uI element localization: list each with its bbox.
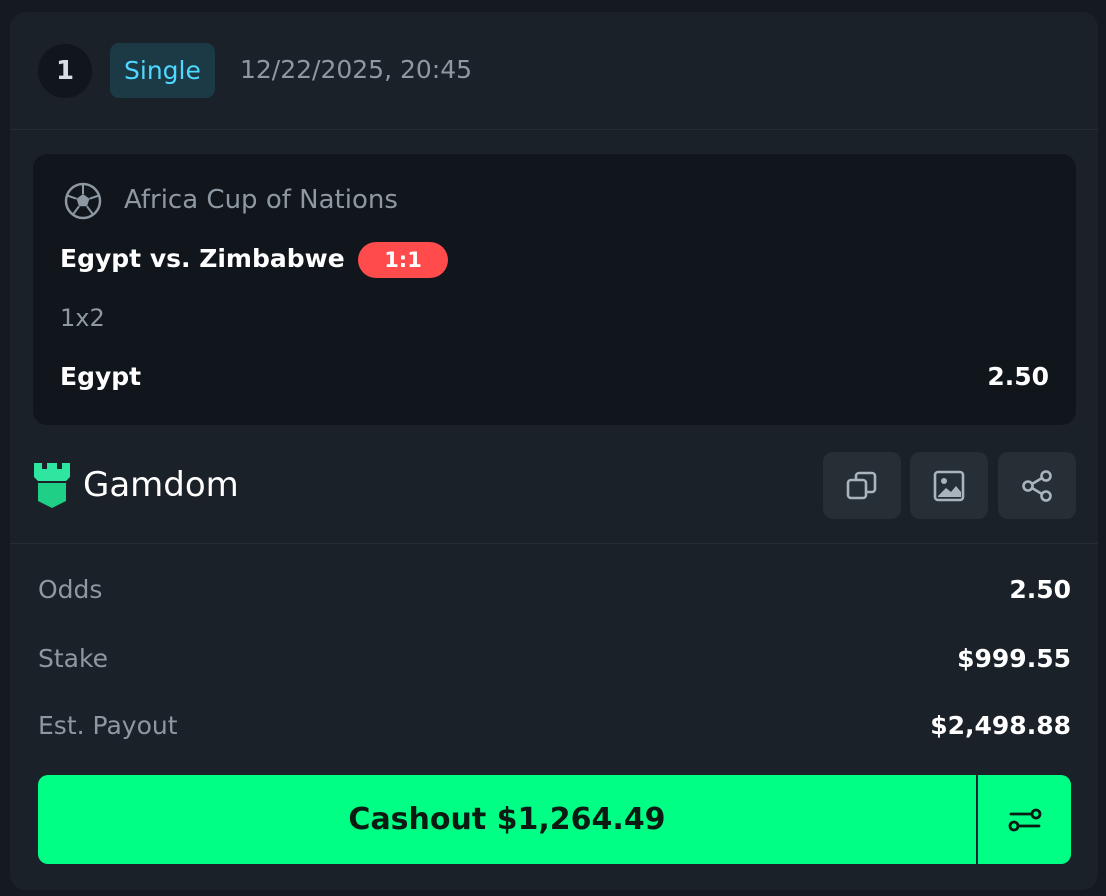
live-score-badge: 1:1 [358, 242, 448, 278]
cashout-button[interactable]: Cashout $1,264.49 [38, 775, 976, 864]
market-name: 1x2 [60, 304, 105, 332]
image-button[interactable] [910, 452, 988, 519]
cashout-settings-button[interactable] [977, 775, 1071, 864]
payout-value: $2,498.88 [930, 711, 1071, 740]
soccer-ball-icon [64, 182, 102, 220]
bet-slip-card: 1 Single 12/22/2025, 20:45 Africa Cup of… [10, 12, 1098, 890]
bet-number: 1 [38, 44, 92, 98]
brand-name: Gamdom [83, 465, 239, 505]
event-card: Africa Cup of Nations Egypt vs. Zimbabwe… [33, 154, 1076, 425]
bet-header: 1 Single 12/22/2025, 20:45 [10, 12, 1098, 130]
share-button[interactable] [998, 452, 1076, 519]
section-divider [10, 543, 1098, 544]
bet-timestamp: 12/22/2025, 20:45 [240, 55, 473, 84]
copy-icon [846, 471, 877, 499]
copy-button[interactable] [823, 452, 901, 519]
league-name: Africa Cup of Nations [124, 185, 398, 215]
odds-value: 2.50 [1009, 575, 1071, 604]
stake-label: Stake [38, 644, 108, 673]
payout-label: Est. Payout [38, 711, 178, 740]
stake-value: $999.55 [957, 644, 1071, 673]
odds-label: Odds [38, 575, 103, 604]
selection-name: Egypt [60, 362, 142, 391]
share-icon [1022, 469, 1052, 502]
sliders-icon [1008, 808, 1041, 831]
match-name: Egypt vs. Zimbabwe [60, 244, 345, 273]
gamdom-logo-icon [34, 463, 70, 508]
bet-type-badge: Single [110, 43, 215, 98]
selection-odds: 2.50 [987, 362, 1049, 391]
image-icon [933, 470, 965, 501]
